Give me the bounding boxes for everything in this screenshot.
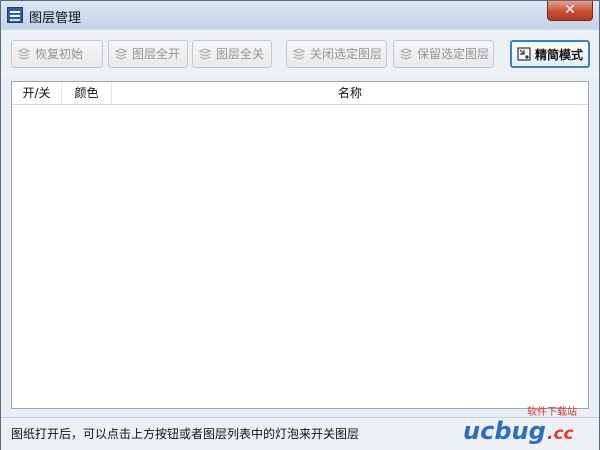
layers-keep-selected-icon [399,48,413,60]
layers-open-icon [114,48,128,60]
keep-selected-layers-label: 保留选定图层 [417,47,490,61]
layer-manager-window: 图层管理 ✕ 恢复初始 图层全开 图层全关 关闭选定图层 保留选定图层 精简模式 [0,0,600,450]
toolbar: 恢复初始 图层全开 图层全关 关闭选定图层 保留选定图层 精简模式 [1,31,599,77]
ucbug-watermark-logo: 软件下载站 ucbug .cc [463,405,577,445]
layer-list-header: 开/关 颜色 名称 [12,82,588,105]
restore-initial-label: 恢复初始 [35,47,84,61]
close-selected-layers-label: 关闭选定图层 [310,47,383,61]
all-layers-on-button[interactable]: 图层全开 [108,40,188,68]
keep-selected-layers-button[interactable]: 保留选定图层 [393,40,494,68]
title-bar[interactable]: 图层管理 ✕ [1,1,599,29]
all-layers-on-label: 图层全开 [132,47,181,61]
layers-restore-icon [17,48,31,60]
window-title: 图层管理 [29,11,82,26]
close-selected-layers-button[interactable]: 关闭选定图层 [286,40,387,68]
close-button[interactable]: ✕ [547,1,593,21]
column-header-name[interactable]: 名称 [112,82,588,104]
layer-list[interactable]: 开/关 颜色 名称 [11,81,589,409]
layers-close-icon [198,48,212,60]
layers-close-selected-icon [292,48,306,60]
simple-mode-label: 精简模式 [535,48,584,62]
status-text: 图纸打开后，可以点击上方按钮或者图层列表中的灯泡来开关图层 [11,427,360,441]
all-layers-off-button[interactable]: 图层全关 [192,40,272,68]
column-header-onoff[interactable]: 开/关 [12,82,62,104]
column-header-color[interactable]: 颜色 [62,82,112,104]
simple-mode-button[interactable]: 精简模式 [510,40,590,68]
simple-mode-icon [517,47,531,61]
svg-text:.cc: .cc [547,424,574,444]
svg-text:ucbug: ucbug [463,417,546,445]
restore-initial-button[interactable]: 恢复初始 [11,40,103,68]
all-layers-off-label: 图层全关 [216,47,265,61]
app-icon [7,7,23,23]
